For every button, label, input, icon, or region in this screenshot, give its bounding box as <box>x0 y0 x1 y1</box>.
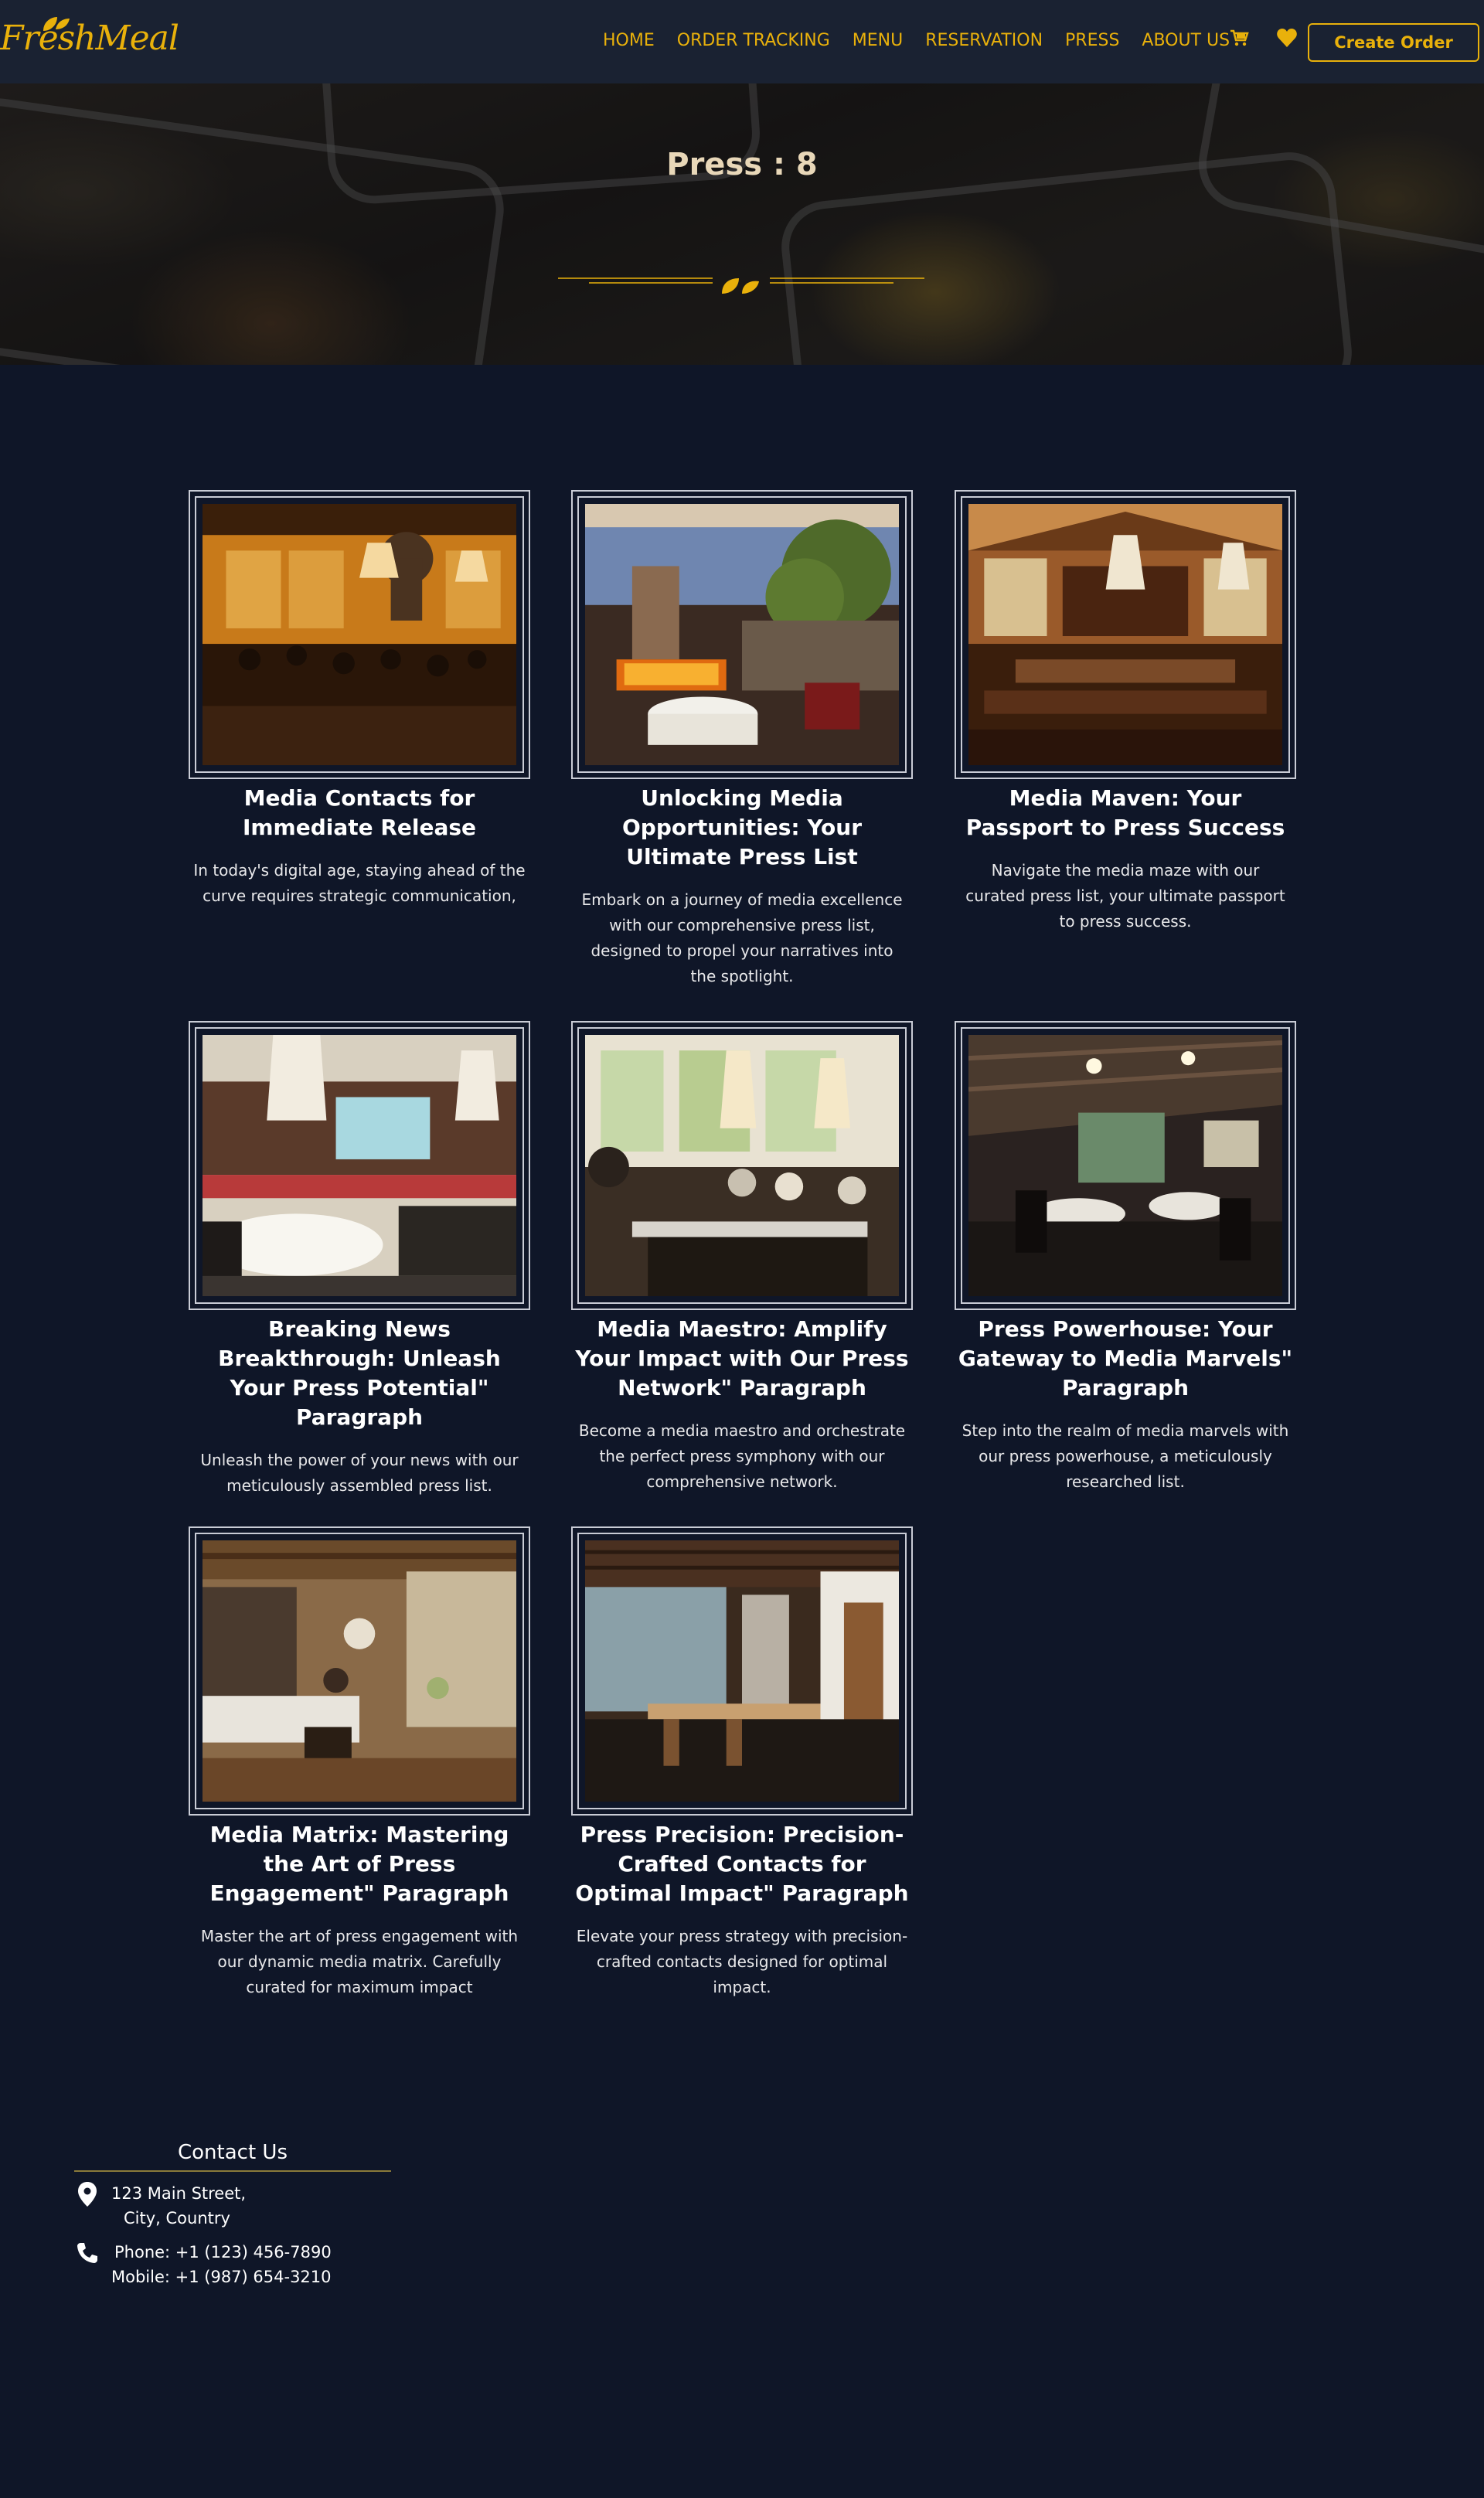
press-card-desc: Step into the realm of media marvels wit… <box>962 1421 1289 1491</box>
press-card[interactable]: Media Contacts for Immediate Release In … <box>189 490 530 909</box>
press-card[interactable]: Press Precision: Precision-Crafted Conta… <box>571 1526 913 2000</box>
press-image <box>585 504 899 765</box>
press-image <box>968 504 1282 765</box>
press-image <box>968 1035 1283 1296</box>
press-card[interactable]: Unlocking Media Opportunities: Your Ulti… <box>571 490 913 989</box>
brand-logo[interactable]: FreshMeal <box>0 17 179 58</box>
brand-name: FreshMeal <box>0 19 179 58</box>
press-card-title[interactable]: Media Maestro: Amplify Your Impact with … <box>571 1315 913 1403</box>
contact-title: Contact Us <box>178 2141 288 2164</box>
main-nav: HOME ORDER TRACKING MENU RESERVATION PRE… <box>603 31 1252 50</box>
footer: Contact Us 123 Main Street, City, Countr… <box>0 2034 1484 2498</box>
nav-press[interactable]: PRESS <box>1065 31 1119 50</box>
page-title: Press : 8 <box>666 147 818 182</box>
press-card-desc: Navigate the media maze with our curated… <box>965 861 1285 931</box>
navbar: FreshMeal HOME ORDER TRACKING MENU RESER… <box>0 0 1484 83</box>
press-card-desc: Embark on a journey of media excellence … <box>581 890 903 985</box>
press-image <box>203 1035 516 1296</box>
phone-number[interactable]: Phone: +1 (123) 456-7890 <box>111 2240 332 2265</box>
address-line1: 123 Main Street, <box>111 2184 247 2203</box>
mobile-number[interactable]: Mobile: +1 (987) 654-3210 <box>111 2265 332 2289</box>
press-card-title[interactable]: Unlocking Media Opportunities: Your Ulti… <box>571 784 913 872</box>
press-list: Media Contacts for Immediate Release In … <box>0 365 1484 2034</box>
address-row: 123 Main Street, City, Country <box>74 2181 246 2231</box>
nav-home[interactable]: HOME <box>603 31 655 50</box>
press-image <box>203 1540 516 1802</box>
phone-row: Phone: +1 (123) 456-7890 Mobile: +1 (987… <box>74 2240 332 2289</box>
press-card-desc: Unleash the power of your news with our … <box>200 1451 519 1495</box>
nav-icon-group <box>1227 26 1298 49</box>
page-hero: Press : 8 <box>0 83 1484 365</box>
press-card-title[interactable]: Media Matrix: Mastering the Art of Press… <box>189 1820 530 1908</box>
press-card[interactable]: Media Matrix: Mastering the Art of Press… <box>189 1526 530 2000</box>
press-card[interactable]: Press Powerhouse: Your Gateway to Media … <box>955 1021 1296 1495</box>
press-card-desc: Become a media maestro and orchestrate t… <box>578 1421 906 1491</box>
nav-order-tracking[interactable]: ORDER TRACKING <box>677 31 830 50</box>
press-image <box>585 1035 899 1296</box>
heart-icon[interactable] <box>1275 26 1298 49</box>
press-card-title[interactable]: Breaking News Breakthrough: Unleash Your… <box>189 1315 530 1432</box>
press-image <box>585 1540 899 1802</box>
phone-icon <box>74 2240 100 2266</box>
create-order-button[interactable]: Create Order <box>1308 23 1479 62</box>
press-card-title[interactable]: Media Maven: Your Passport to Press Succ… <box>955 784 1296 842</box>
press-image <box>203 504 516 765</box>
address-line2: City, Country <box>124 2209 230 2227</box>
cart-icon[interactable] <box>1227 26 1251 49</box>
press-card-title[interactable]: Press Powerhouse: Your Gateway to Media … <box>955 1315 1296 1403</box>
press-card-desc: Master the art of press engagement with … <box>200 1927 519 1996</box>
contact-divider <box>74 2170 391 2172</box>
nav-about-us[interactable]: ABOUT US <box>1142 31 1230 50</box>
nav-menu[interactable]: MENU <box>853 31 903 50</box>
press-card[interactable]: Breaking News Breakthrough: Unleash Your… <box>189 1021 530 1499</box>
press-card-desc: In today's digital age, staying ahead of… <box>193 861 526 905</box>
nav-reservation[interactable]: RESERVATION <box>925 31 1043 50</box>
press-card-title[interactable]: Press Precision: Precision-Crafted Conta… <box>571 1820 913 1908</box>
leaf-divider-icon <box>558 277 924 294</box>
press-card-desc: Elevate your press strategy with precisi… <box>576 1927 908 1996</box>
press-card-title[interactable]: Media Contacts for Immediate Release <box>189 784 530 842</box>
press-card[interactable]: Media Maestro: Amplify Your Impact with … <box>571 1021 913 1495</box>
location-pin-icon <box>74 2181 100 2207</box>
leaf-icon <box>43 17 70 31</box>
press-card[interactable]: Media Maven: Your Passport to Press Succ… <box>955 490 1296 934</box>
